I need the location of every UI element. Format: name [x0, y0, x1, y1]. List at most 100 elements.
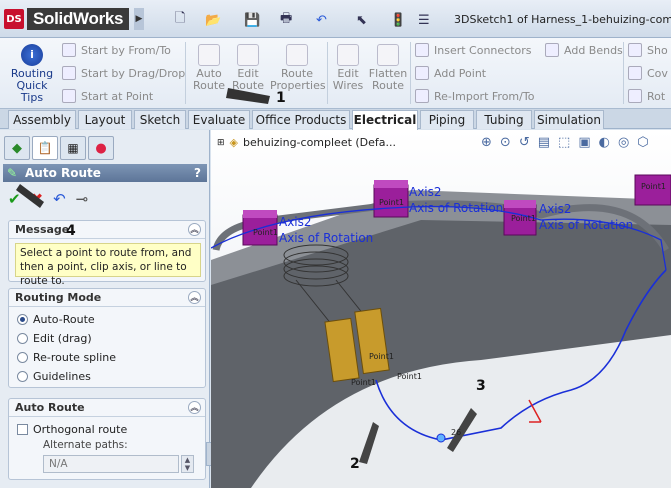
expand-plus-icon[interactable]: ⊞ [217, 138, 225, 148]
ribbon-separator [410, 42, 411, 104]
property-manager-tab-icon[interactable]: 📋 [32, 136, 58, 160]
re-import-icon [415, 89, 429, 103]
tab-simulation[interactable]: Simulation [534, 110, 604, 129]
route-properties-icon [286, 44, 308, 66]
options-icon[interactable]: ☰ [418, 10, 430, 30]
auto-route-icon [198, 44, 220, 66]
cancel-x-icon[interactable]: ✖ [31, 190, 44, 208]
edit-wires-icon [337, 44, 359, 66]
auto-route-section-header[interactable]: Auto Route ︽ [9, 399, 205, 417]
routing-quick-tips-label: Routing Quick Tips [10, 67, 54, 104]
start-at-point-button[interactable]: Start at Point [62, 89, 153, 103]
zoom-area-icon[interactable]: ⊙ [500, 135, 511, 150]
assembly-icon: ◈ [229, 136, 239, 149]
flatten-route-button[interactable]: Flatten Route [368, 44, 408, 92]
tab-electrical[interactable]: Electrical [352, 110, 418, 130]
auto-route-header: ✎ Auto Route ? [3, 164, 207, 182]
display-style-icon[interactable]: ▣ [578, 135, 590, 150]
display-manager-tab-icon[interactable]: ● [88, 136, 114, 160]
alternate-paths-spinner[interactable]: ▲ ▼ [181, 455, 194, 473]
collapse-icon[interactable]: ︽ [188, 223, 201, 236]
feature-tree-flyout[interactable]: ⊞ ◈ behuizing-compleet (Defa... [217, 136, 396, 149]
tab-tubing[interactable]: Tubing [476, 110, 532, 129]
feature-manager-tab-icon[interactable]: ◆ [4, 136, 30, 160]
message-header-label: Message [15, 223, 70, 236]
routing-mode-header[interactable]: Routing Mode ︽ [9, 289, 205, 307]
mode-edit-drag-radio[interactable]: Edit (drag) [17, 332, 92, 345]
command-manager-ribbon: i Routing Quick Tips Start by From/To St… [0, 38, 671, 109]
annotation-3: 3 [476, 378, 486, 394]
graphics-viewport[interactable]: ⊞ ◈ behuizing-compleet (Defa... ⊕ ⊙ ↺ ▤ … [211, 130, 671, 488]
route-properties-button[interactable]: Route Properties [270, 44, 326, 92]
start-by-drag-drop-button[interactable]: Start by Drag/Drop [62, 66, 185, 80]
start-by-from-to-button[interactable]: Start by From/To [62, 43, 171, 57]
tab-evaluate[interactable]: Evaluate [188, 110, 250, 129]
tab-sketch[interactable]: Sketch [134, 110, 186, 129]
insert-connectors-label: Insert Connectors [434, 43, 532, 57]
appearance-icon[interactable]: ◎ [618, 135, 629, 150]
point-label: Point1 [397, 372, 422, 381]
cover-label: Cov [647, 66, 668, 80]
ok-checkmark-icon[interactable]: ✔ [8, 190, 21, 208]
add-bends-button[interactable]: Add Bends [545, 43, 623, 57]
orthogonal-route-checkbox[interactable]: Orthogonal route [17, 423, 127, 436]
selected-point-marker[interactable] [436, 433, 446, 443]
previous-view-icon[interactable]: ↺ [519, 135, 530, 150]
collapse-icon[interactable]: ︽ [188, 291, 201, 304]
cover-button[interactable]: Cov [628, 66, 668, 80]
auto-route-header-icon: ✎ [7, 166, 18, 180]
zoom-to-fit-icon[interactable]: ⊕ [481, 135, 492, 150]
open-folder-icon[interactable]: 📂 [205, 10, 221, 30]
menu-expand-arrow[interactable]: ▶ [134, 8, 144, 30]
info-icon: i [21, 44, 43, 66]
tab-layout[interactable]: Layout [78, 110, 132, 129]
tab-office-products[interactable]: Office Products [252, 110, 350, 129]
show-button[interactable]: Sho [628, 43, 668, 57]
undo-icon[interactable]: ↶ [53, 190, 66, 208]
radio-icon [17, 352, 28, 363]
configuration-manager-tab-icon[interactable]: ▦ [60, 136, 86, 160]
insert-connectors-button[interactable]: Insert Connectors [415, 43, 532, 57]
start-at-point-label: Start at Point [81, 89, 154, 103]
help-button[interactable]: ? [194, 164, 201, 182]
tab-piping[interactable]: Piping [420, 110, 474, 129]
select-cursor-icon[interactable]: ⬉ [356, 10, 367, 30]
add-point-button[interactable]: Add Point [415, 66, 486, 80]
mode-reroute-spline-radio[interactable]: Re-route spline [17, 351, 116, 364]
new-document-icon[interactable]: 🗋 [175, 10, 185, 30]
undo-icon[interactable]: ↶ [316, 10, 327, 30]
print-icon[interactable]: 🖶 [280, 10, 292, 30]
tab-assembly[interactable]: Assembly [8, 110, 76, 129]
ribbon-separator [185, 42, 186, 104]
re-import-button[interactable]: Re-Import From/To [415, 89, 534, 103]
routing-quick-tips-button[interactable]: i Routing Quick Tips [8, 44, 56, 104]
auto-route-section: Auto Route ︽ Orthogonal route Alternate p… [8, 398, 206, 480]
rotate-button[interactable]: Rot [628, 89, 665, 103]
document-title: 3DSketch1 of Harness_1-behuizing-complee… [454, 13, 671, 26]
auto-route-button[interactable]: Auto Route [190, 44, 228, 92]
axis-rotation-label: Axis of Rotation [279, 231, 374, 245]
rebuild-icon[interactable]: 🚦 [390, 10, 406, 30]
collapse-icon[interactable]: ︽ [188, 401, 201, 414]
mode-label: Auto-Route [33, 313, 95, 326]
start-by-from-to-label: Start by From/To [81, 43, 171, 57]
mode-auto-route-radio[interactable]: Auto-Route [17, 313, 95, 326]
radio-icon [17, 371, 28, 382]
hide-show-icon[interactable]: ◐ [599, 135, 610, 150]
section-view-icon[interactable]: ▤ [538, 135, 550, 150]
panel-action-buttons: ✔ ✖ ↶ ⊸ [8, 190, 88, 208]
alternate-paths-field[interactable]: N/A [43, 455, 179, 473]
scene-icon[interactable]: ⬡ [637, 135, 648, 150]
save-icon[interactable]: 💾 [244, 10, 260, 30]
mode-guidelines-radio[interactable]: Guidelines [17, 370, 91, 383]
pushpin-icon[interactable]: ⊸ [76, 190, 89, 208]
message-header[interactable]: Message ︽ [9, 221, 205, 239]
rotate-label: Rot [647, 89, 666, 103]
point-label: Point1 [641, 182, 666, 191]
edit-route-button[interactable]: Edit Route [231, 44, 265, 92]
view-orientation-icon[interactable]: ⬚ [558, 135, 570, 150]
heads-up-view-toolbar: ⊕ ⊙ ↺ ▤ ⬚ ▣ ◐ ◎ ⬡ [481, 135, 649, 150]
add-point-label: Add Point [434, 66, 487, 80]
edit-wires-button[interactable]: Edit Wires [331, 44, 365, 92]
message-text: Select a point to route from, and then a… [15, 243, 201, 287]
